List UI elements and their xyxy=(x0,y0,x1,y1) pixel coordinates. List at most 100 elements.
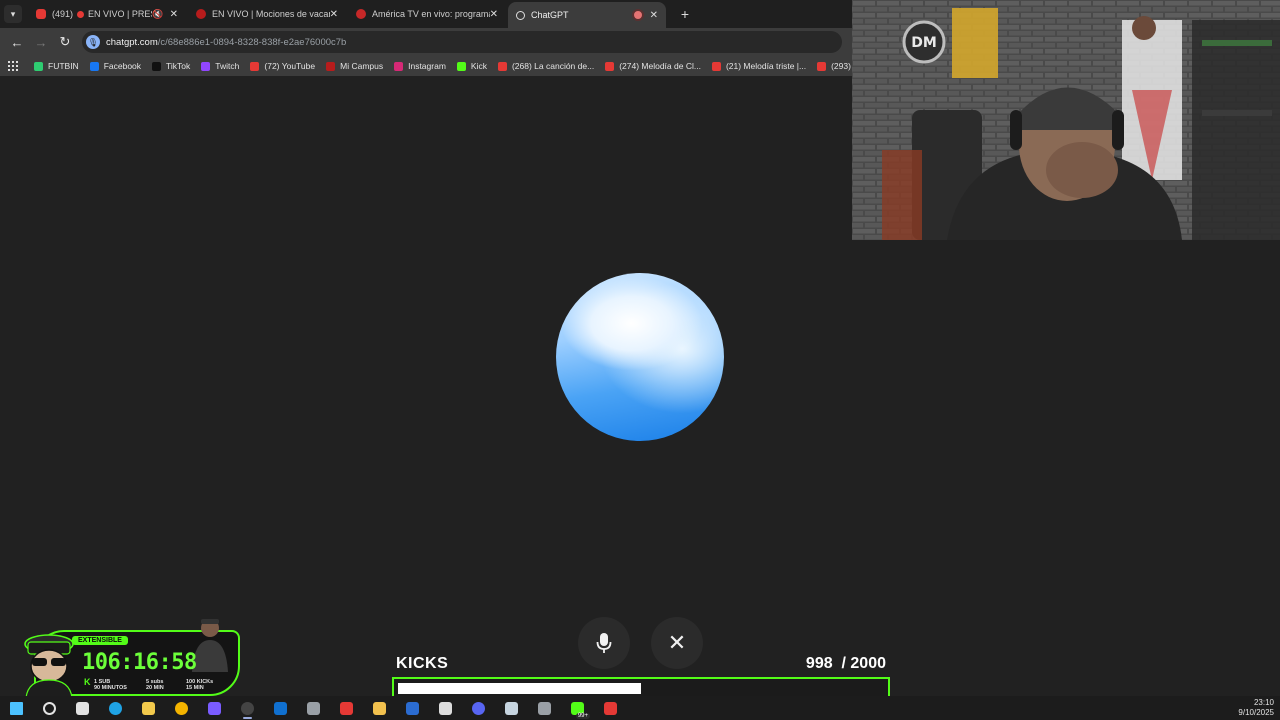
voice-orb xyxy=(556,273,724,441)
taskbar-item[interactable] xyxy=(264,696,297,720)
timer-value: 106:16:58 xyxy=(82,650,197,675)
bookmark-label: (21) Melodía triste |... xyxy=(725,61,807,71)
tab-en-vivo-presen[interactable]: (491) EN VIVO | PRESEN 🔇 ✕ xyxy=(28,3,186,25)
start-icon xyxy=(10,701,23,715)
kicks-target: / 2000 xyxy=(841,655,886,672)
bookmark-item[interactable]: (268) La canción de... xyxy=(497,61,594,71)
bookmark-list: FUTBIN Facebook TikTok Twitch (72) YouTube Mi… xyxy=(34,61,852,71)
tab-close-icon[interactable]: ✕ xyxy=(490,9,498,20)
kicks-progress-fill xyxy=(398,683,641,694)
kick-icon xyxy=(456,61,466,71)
taskbar-item[interactable] xyxy=(0,696,33,720)
bookmark-item[interactable]: Instagram xyxy=(394,61,446,71)
tab-count: (491) xyxy=(52,9,74,19)
recording-icon xyxy=(633,11,642,19)
futbin-icon xyxy=(34,61,43,71)
taskbar-item[interactable] xyxy=(231,696,264,720)
calculator-icon xyxy=(538,701,551,715)
tab-label: América TV en vivo: programac xyxy=(372,9,490,19)
back-arrow-icon[interactable]: ← xyxy=(6,31,28,53)
folder-icon xyxy=(373,701,386,715)
screen: ▾ (491) EN VIVO | PRESEN 🔇 ✕ EN VIVO | M… xyxy=(0,0,1280,720)
taskbar-item[interactable] xyxy=(66,696,99,720)
tab-close-icon[interactable]: ✕ xyxy=(650,10,658,21)
taskbar-item[interactable] xyxy=(528,696,561,720)
tab-label: ChatGPT xyxy=(531,10,569,20)
apps-grid-icon[interactable] xyxy=(8,61,18,71)
discord-icon xyxy=(472,701,485,715)
bookmark-item[interactable]: (274) Melodía de Cl... xyxy=(605,61,701,71)
bookmarks-bar: FUTBIN Facebook TikTok Twitch (72) YouTube Mi… xyxy=(0,56,852,76)
tab-america-tv[interactable]: América TV en vivo: programac ✕ xyxy=(348,3,506,25)
tab-search-chevron-icon[interactable]: ▾ xyxy=(4,5,22,23)
microphone-icon xyxy=(596,633,612,653)
taskbar-item[interactable]: 99+ xyxy=(561,696,594,720)
taskbar-item[interactable] xyxy=(363,696,396,720)
bookmark-label: (293) Dragon xyxy=(831,61,852,71)
taskbar-item[interactable] xyxy=(132,696,165,720)
taskbar-item[interactable] xyxy=(99,696,132,720)
tab-mociones[interactable]: EN VIVO | Mociones de vacanc ✕ xyxy=(188,3,346,25)
tab-close-icon[interactable]: ✕ xyxy=(330,9,338,20)
app-icon xyxy=(604,701,617,715)
taskbar-item[interactable] xyxy=(594,696,627,720)
tab-close-icon[interactable]: ✕ xyxy=(170,9,178,20)
twitch-icon xyxy=(201,61,211,71)
timer-stat: 5 subs 20 MIN xyxy=(146,679,164,691)
reload-icon[interactable]: ↻ xyxy=(54,31,76,53)
new-tab-button[interactable]: + xyxy=(676,5,694,23)
media-icon xyxy=(340,701,353,715)
bookmark-item[interactable]: Kick xyxy=(456,61,487,71)
stat-bottom: 15 MIN xyxy=(186,685,204,691)
taskbar-item[interactable] xyxy=(396,696,429,720)
task-view-icon xyxy=(76,701,89,715)
subathon-timer: EXTENSIBLE 106:16:58 K 1 SUB 90 MINUTOS … xyxy=(16,616,240,700)
taskbar-item[interactable] xyxy=(297,696,330,720)
clock-time: 23:10 xyxy=(1253,698,1274,707)
tiktok-icon xyxy=(152,61,162,71)
bookmark-item[interactable]: (72) YouTube xyxy=(250,61,315,71)
address-bar[interactable]: 🎙 chatgpt.com/c/68e886e1-0894-8328-838f-… xyxy=(82,31,842,53)
youtube-icon xyxy=(250,61,260,71)
taskbar-item[interactable] xyxy=(462,696,495,720)
taskbar-item[interactable] xyxy=(495,696,528,720)
youtube-icon xyxy=(711,61,721,71)
bookmark-item[interactable]: FUTBIN xyxy=(34,61,79,71)
taskbar: 99+ xyxy=(0,696,1280,720)
bookmark-item[interactable]: Facebook xyxy=(89,61,141,71)
bookmark-label: Mi Campus xyxy=(340,61,384,71)
youtube-icon xyxy=(605,61,615,71)
taskbar-item[interactable] xyxy=(429,696,462,720)
taskbar-item[interactable] xyxy=(330,696,363,720)
taskbar-item[interactable] xyxy=(165,696,198,720)
webcam-overlay: DM xyxy=(852,0,1280,240)
bookmark-item[interactable]: Mi Campus xyxy=(326,61,383,71)
bookmark-label: Instagram xyxy=(408,61,446,71)
bookmark-label: (274) Melodía de Cl... xyxy=(619,61,701,71)
site-info-icon[interactable]: 🎙 xyxy=(86,35,100,49)
youtube-icon xyxy=(36,9,46,19)
tab-chatgpt[interactable]: ChatGPT ✕ xyxy=(508,2,666,28)
bookmark-item[interactable]: TikTok xyxy=(152,61,190,71)
chatgpt-icon xyxy=(516,10,525,20)
taskbar-item[interactable] xyxy=(33,696,66,720)
chrome-icon xyxy=(175,701,188,715)
system-clock[interactable]: 23:10 9/10/2025 xyxy=(1238,698,1274,718)
taskbar-item[interactable] xyxy=(198,696,231,720)
bookmark-item[interactable]: (293) Dragon xyxy=(817,61,852,71)
kicks-goal-title: KICKS xyxy=(396,655,449,672)
end-voice-button[interactable]: ✕ xyxy=(651,617,703,669)
microphone-button[interactable] xyxy=(578,617,630,669)
news-icon xyxy=(196,9,206,19)
forward-arrow-icon[interactable]: → xyxy=(30,31,52,53)
mute-icon[interactable]: 🔇 xyxy=(152,9,163,20)
notification-badge: 99+ xyxy=(575,713,590,719)
bookmark-item[interactable]: Twitch xyxy=(201,61,239,71)
robot-icon xyxy=(307,701,320,715)
search-icon xyxy=(43,701,56,715)
bookmark-label: (72) YouTube xyxy=(264,61,316,71)
close-icon: ✕ xyxy=(667,630,687,655)
instagram-icon xyxy=(394,61,404,71)
bookmark-item[interactable]: (21) Melodía triste |... xyxy=(711,61,807,71)
campus-icon xyxy=(326,61,336,71)
